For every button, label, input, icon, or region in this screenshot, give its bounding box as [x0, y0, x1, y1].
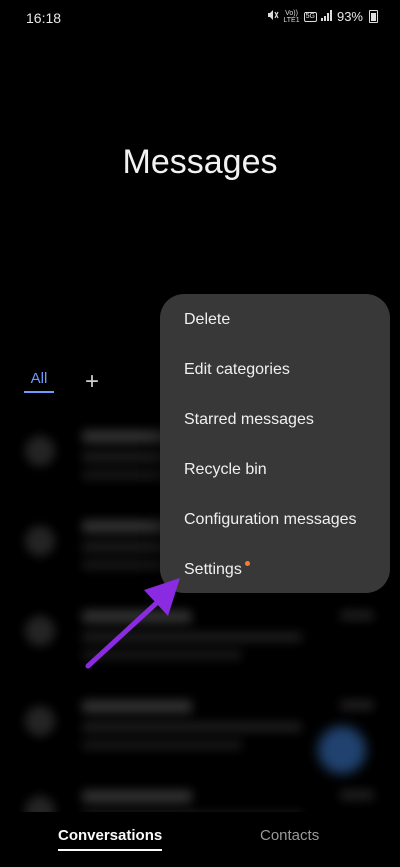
compose-button[interactable] — [318, 726, 366, 774]
menu-item-starred-messages[interactable]: Starred messages — [184, 411, 314, 429]
status-bar: 16:18 Vo)) LTE1 5G 93% — [0, 0, 400, 36]
new-badge-dot — [244, 561, 250, 566]
avatar — [25, 616, 55, 646]
battery-icon — [369, 10, 378, 23]
tab-conversations[interactable]: Conversations — [58, 827, 163, 851]
avatar — [25, 526, 55, 556]
status-time: 16:18 — [26, 10, 62, 26]
avatar — [25, 706, 55, 736]
tab-contacts[interactable]: Contacts — [260, 827, 319, 844]
volte-icon: Vo)) LTE1 — [283, 9, 300, 24]
pointer-arrow-icon — [85, 578, 180, 669]
battery-percent: 93% — [336, 9, 363, 24]
menu-item-configuration-messages[interactable]: Configuration messages — [184, 511, 357, 529]
page-title: Messages — [122, 143, 278, 181]
settings-label: Settings — [184, 561, 242, 578]
add-category-icon[interactable]: + — [82, 369, 102, 393]
bottom-navigation: Conversations Contacts — [0, 812, 400, 867]
category-tabs: All + — [24, 369, 102, 393]
more-options-menu: Delete Edit categories Starred messages … — [160, 294, 390, 593]
menu-item-edit-categories[interactable]: Edit categories — [184, 361, 290, 379]
network-5g-icon: 5G — [303, 11, 317, 22]
menu-item-recycle-bin[interactable]: Recycle bin — [184, 461, 267, 479]
avatar — [25, 436, 55, 466]
menu-item-settings[interactable]: Settings — [184, 561, 250, 579]
signal-icon — [320, 9, 333, 24]
status-icons: Vo)) LTE1 5G 93% — [267, 9, 378, 24]
menu-item-delete[interactable]: Delete — [184, 311, 230, 329]
tab-all[interactable]: All — [24, 370, 54, 393]
list-item[interactable] — [0, 580, 400, 670]
mute-icon — [267, 9, 279, 24]
